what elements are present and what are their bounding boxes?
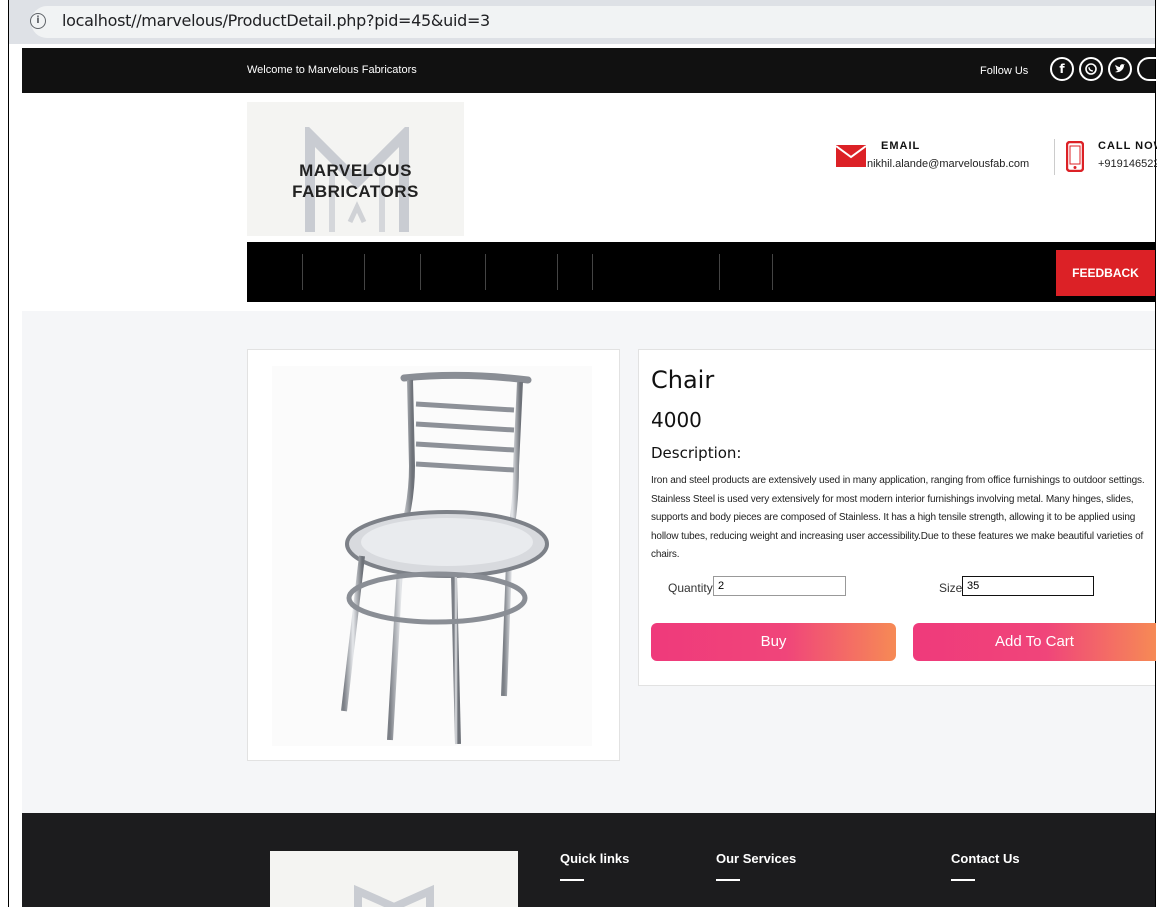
- footer-contact-us-heading: Contact Us: [951, 851, 1020, 866]
- nav-separator: [420, 254, 421, 290]
- buy-button[interactable]: Buy: [651, 623, 896, 661]
- facebook-icon[interactable]: f: [1050, 57, 1074, 81]
- nav-separator: [772, 254, 773, 290]
- site-logo[interactable]: MARVELOUS FABRICATORS: [247, 102, 464, 236]
- product-description: Iron and steel products are extensively …: [651, 475, 1145, 561]
- instagram-icon[interactable]: [1137, 57, 1157, 81]
- size-input[interactable]: [962, 576, 1094, 596]
- product-price: 4000: [651, 408, 702, 432]
- quantity-label: Quantity: [668, 581, 713, 595]
- footer-logo[interactable]: [270, 851, 518, 907]
- frame-border: [1155, 0, 1156, 907]
- info-icon[interactable]: i: [30, 13, 46, 29]
- footer-heading-underline: [560, 879, 584, 881]
- nav-separator: [485, 254, 486, 290]
- url-text[interactable]: localhost//marvelous/ProductDetail.php?p…: [62, 11, 490, 30]
- phone-icon: [1066, 141, 1084, 172]
- welcome-text: Welcome to Marvelous Fabricators: [247, 64, 417, 76]
- size-label: Size: [939, 581, 963, 595]
- nav-separator: [364, 254, 365, 290]
- logo-mark-icon: [354, 884, 434, 907]
- nav-separator: [592, 254, 593, 290]
- footer-heading-underline: [716, 879, 740, 881]
- phone-value[interactable]: +919146522: [1098, 158, 1157, 170]
- logo-text-line1: MARVELOUS: [299, 161, 412, 180]
- twitter-icon[interactable]: [1108, 57, 1132, 81]
- product-detail-card: Chair 4000 Description: Iron and steel p…: [638, 349, 1156, 686]
- main-nav: FEEDBACK: [247, 242, 1155, 302]
- footer-quick-links-heading: Quick links: [560, 851, 630, 866]
- call-now-label: CALL NOW: [1098, 140, 1157, 152]
- product-image-card: [247, 349, 620, 761]
- whatsapp-icon[interactable]: [1079, 57, 1103, 81]
- top-bar: Welcome to Marvelous Fabricators Follow …: [22, 48, 1157, 93]
- footer-heading-underline: [951, 879, 975, 881]
- nav-separator: [719, 254, 720, 290]
- description-heading: Description:: [651, 444, 742, 462]
- site-footer: Quick links Our Services Contact Us: [22, 813, 1155, 907]
- footer-our-services-heading: Our Services: [716, 851, 797, 866]
- nav-separator: [302, 254, 303, 290]
- email-value[interactable]: nikhil.alande@marvelousfab.com: [867, 158, 1029, 170]
- envelope-icon: [836, 145, 866, 167]
- logo-text-line2: FABRICATORS: [292, 182, 419, 201]
- feedback-button[interactable]: FEEDBACK: [1056, 250, 1155, 296]
- email-label: EMAIL: [881, 140, 921, 152]
- frame-border: [8, 0, 9, 907]
- nav-separator: [557, 254, 558, 290]
- quantity-input[interactable]: [713, 576, 846, 596]
- header-divider: [1054, 139, 1055, 175]
- product-name: Chair: [651, 366, 715, 394]
- follow-us-label: Follow Us: [980, 65, 1029, 77]
- chair-product-image: [272, 366, 592, 746]
- add-to-cart-button[interactable]: Add To Cart: [913, 623, 1156, 661]
